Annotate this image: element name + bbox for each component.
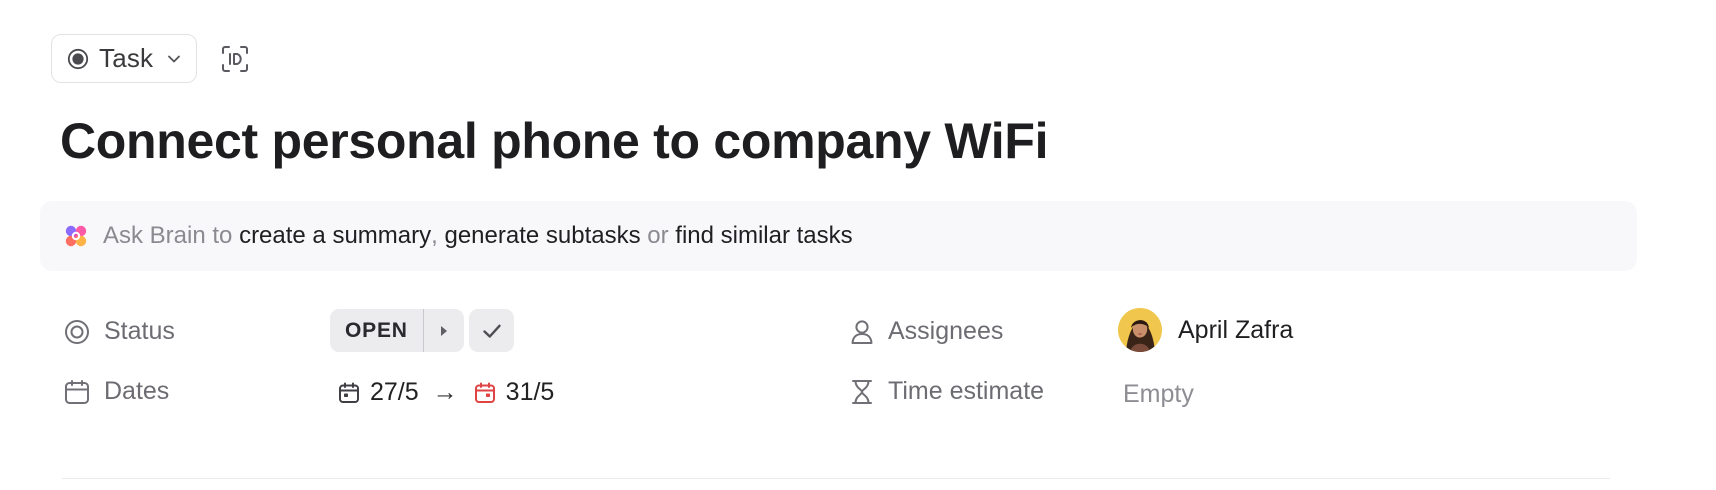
time-estimate-label: Time estimate bbox=[888, 377, 1045, 405]
status-icon bbox=[65, 319, 89, 344]
find-similar-tasks-link[interactable]: find similar tasks bbox=[675, 222, 852, 250]
time-estimate-value[interactable]: Empty bbox=[1123, 380, 1194, 409]
ask-brain-bar: Ask Brain to create a summary , generate… bbox=[40, 201, 1637, 271]
person-icon bbox=[851, 319, 873, 344]
start-date-text: 27/5 bbox=[370, 378, 419, 406]
radio-dot-icon bbox=[67, 48, 89, 69]
start-calendar-icon bbox=[339, 382, 359, 403]
chevron-down-icon bbox=[168, 55, 181, 62]
assignee-name: April Zafra bbox=[1178, 315, 1294, 344]
dates-field-label: Dates bbox=[64, 377, 169, 406]
avatar-image bbox=[1118, 308, 1162, 352]
assignee-chip[interactable]: April Zafra bbox=[1118, 308, 1293, 352]
next-status-button[interactable] bbox=[424, 309, 464, 352]
id-icon[interactable] bbox=[220, 44, 250, 74]
calendar-icon bbox=[65, 379, 89, 404]
status-selector[interactable]: OPEN bbox=[330, 309, 464, 352]
due-calendar-icon bbox=[474, 382, 495, 403]
status-value[interactable]: OPEN bbox=[330, 309, 423, 352]
brain-conjunction: or bbox=[647, 222, 669, 249]
task-title[interactable]: Connect personal phone to company WiFi bbox=[60, 112, 1049, 170]
assignees-field-label: Assignees bbox=[850, 317, 1003, 346]
status-field-label: Status bbox=[64, 317, 175, 346]
start-date[interactable]: 27/5 bbox=[338, 378, 419, 407]
assignees-label: Assignees bbox=[888, 317, 1004, 345]
avatar bbox=[1118, 308, 1162, 352]
date-range-arrow: → bbox=[432, 378, 458, 406]
dates-label: Dates bbox=[104, 377, 170, 405]
dates-value: 27/5 → 31/5 bbox=[338, 378, 554, 407]
ask-brain-prefix: Ask Brain to bbox=[103, 222, 233, 249]
hourglass-icon bbox=[852, 379, 872, 404]
brain-separator: , bbox=[431, 222, 438, 249]
create-summary-link[interactable]: create a summary bbox=[239, 222, 431, 250]
complete-task-button[interactable] bbox=[469, 309, 514, 352]
status-label: Status bbox=[104, 317, 175, 345]
play-arrow-icon bbox=[440, 325, 447, 336]
task-type-selector[interactable]: Task bbox=[51, 34, 197, 83]
due-date-text: 31/5 bbox=[505, 378, 555, 406]
checkmark-icon bbox=[482, 324, 501, 338]
task-type-label: Task bbox=[99, 43, 154, 73]
brain-sparkle-icon bbox=[65, 225, 87, 247]
section-divider bbox=[62, 478, 1610, 479]
due-date[interactable]: 31/5 bbox=[474, 378, 555, 407]
time-estimate-field-label: Time estimate bbox=[850, 377, 1044, 406]
generate-subtasks-link[interactable]: generate subtasks bbox=[444, 222, 640, 250]
